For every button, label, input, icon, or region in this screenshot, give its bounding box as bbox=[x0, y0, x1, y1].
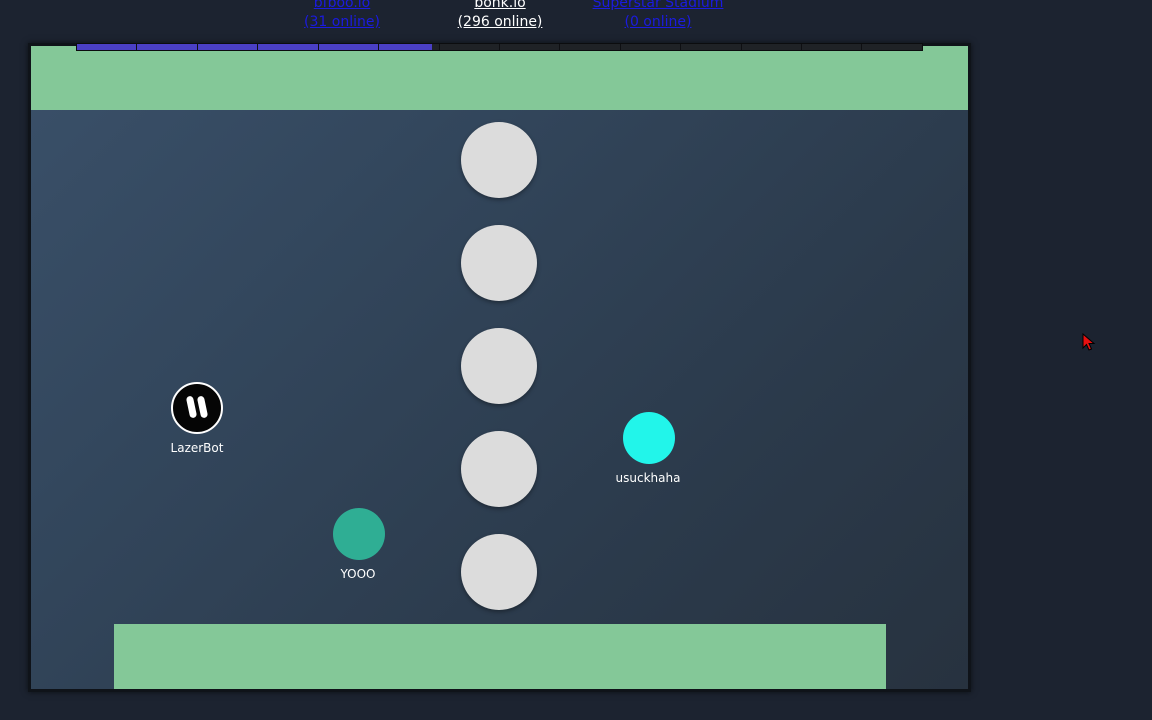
player-name-yooo: YOOO bbox=[340, 567, 376, 581]
player-ball-yooo bbox=[333, 508, 385, 560]
mouse-cursor-icon bbox=[1082, 333, 1096, 351]
server-left-name: bfboo.io bbox=[313, 0, 371, 11]
pause-icon bbox=[186, 396, 208, 418]
game-arena[interactable]: LazerBot YOOO usuckhaha bbox=[31, 46, 968, 689]
server-link-right[interactable]: Superstar Stadium (0 online) bbox=[593, 0, 724, 32]
obstacle-circle bbox=[461, 328, 537, 404]
obstacle-circle bbox=[461, 122, 537, 198]
progress-segment bbox=[258, 44, 319, 50]
server-right-name: Superstar Stadium bbox=[592, 0, 724, 11]
player-name-lazerbot: LazerBot bbox=[170, 441, 224, 455]
progress-segment bbox=[440, 44, 500, 50]
progress-segment bbox=[198, 44, 259, 50]
progress-segment bbox=[500, 44, 561, 50]
obstacle-circle bbox=[461, 225, 537, 301]
obstacle-circle bbox=[461, 431, 537, 507]
progress-segment bbox=[621, 44, 682, 50]
player-ball-lazerbot bbox=[171, 382, 223, 434]
progress-segment bbox=[681, 44, 742, 50]
server-link-current[interactable]: bonk.io (296 online) bbox=[458, 0, 543, 32]
server-left-online: (31 online) bbox=[304, 14, 380, 30]
round-progress-bar bbox=[76, 43, 923, 51]
server-right-online: (0 online) bbox=[624, 14, 692, 30]
progress-segment bbox=[802, 44, 863, 50]
progress-segment bbox=[379, 44, 440, 50]
server-current-online: (296 online) bbox=[457, 14, 543, 30]
obstacle-circle bbox=[461, 534, 537, 610]
server-nav: bfboo.io (31 online) bonk.io (296 online… bbox=[0, 0, 1152, 40]
game-canvas-frame[interactable]: LazerBot YOOO usuckhaha bbox=[28, 43, 971, 692]
progress-segment bbox=[319, 44, 380, 50]
progress-segment bbox=[137, 44, 198, 50]
top-platform bbox=[31, 46, 968, 110]
player-name-usuckhaha: usuckhaha bbox=[615, 471, 681, 485]
bottom-platform bbox=[114, 624, 886, 689]
progress-segment bbox=[742, 44, 803, 50]
player-ball-usuckhaha bbox=[623, 412, 675, 464]
server-link-left[interactable]: bfboo.io (31 online) bbox=[304, 0, 380, 32]
progress-segment bbox=[560, 44, 621, 50]
progress-segment bbox=[862, 44, 921, 50]
progress-segment bbox=[77, 44, 138, 50]
server-current-name: bonk.io bbox=[474, 0, 526, 11]
